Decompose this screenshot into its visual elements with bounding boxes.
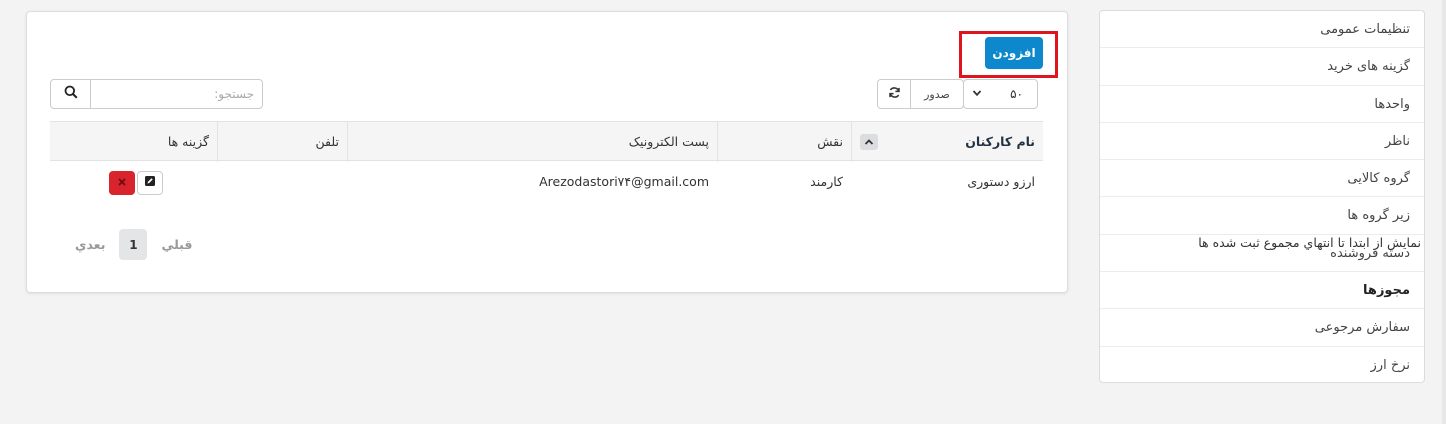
- column-header-phone[interactable]: تلفن: [217, 122, 347, 162]
- close-icon: [117, 162, 127, 204]
- search-box: [50, 79, 263, 109]
- sidebar-item-purchase-options[interactable]: گزینه های خرید: [1100, 48, 1424, 86]
- delete-button[interactable]: [109, 171, 135, 195]
- sidebar-item-supervisor[interactable]: ناظر: [1100, 123, 1424, 161]
- row-actions: [58, 161, 209, 195]
- column-header-name-label: نام کارکنان: [965, 134, 1035, 149]
- next-page-button[interactable]: بعدي: [75, 237, 105, 252]
- page-size-select[interactable]: ۵۰: [963, 79, 1038, 109]
- sidebar-item-permissions[interactable]: مجوزها: [1100, 272, 1424, 310]
- edit-button[interactable]: [137, 171, 163, 195]
- refresh-button[interactable]: [878, 80, 911, 108]
- export-button-group: صدور: [877, 79, 964, 109]
- sidebar-item-product-group[interactable]: گروه کالایی: [1100, 160, 1424, 198]
- cell-phone: [217, 161, 347, 203]
- staff-table: نام کارکنان نقش پست الکترونیک تلفن گزینه…: [50, 121, 1043, 203]
- sort-up-icon[interactable]: [860, 134, 878, 150]
- cell-options: [50, 161, 217, 203]
- refresh-icon: [888, 86, 901, 103]
- table-info: نمايش از ابتدا تا انتهاي مجموع ثبت شده ه…: [1198, 235, 1421, 250]
- column-header-options: گزینه ها: [167, 134, 209, 149]
- table-header: نام کارکنان نقش پست الکترونیک تلفن گزینه…: [50, 121, 1043, 162]
- column-header-role[interactable]: نقش: [717, 122, 851, 162]
- sidebar-item-exchange-rate[interactable]: نرخ ارز: [1100, 347, 1424, 384]
- search-input[interactable]: [91, 80, 262, 108]
- export-button[interactable]: صدور: [911, 80, 963, 108]
- cell-role: کارمند: [810, 174, 843, 189]
- table-row: ارزو دستوری کارمند Arezodastori۷۴@gmail.…: [50, 161, 1043, 203]
- cell-email: Arezodastori۷۴@gmail.com: [539, 174, 709, 189]
- chevron-down-icon: [972, 87, 982, 102]
- edit-icon: [144, 162, 156, 204]
- scrollbar[interactable]: [1442, 0, 1446, 424]
- sidebar-item-units[interactable]: واحدها: [1100, 86, 1424, 123]
- settings-sidebar: تنظیمات عمومی گزینه های خرید واحدها ناظر…: [1099, 10, 1425, 383]
- cell-name: ارزو دستوری: [967, 174, 1035, 189]
- sidebar-item-subgroups[interactable]: زیر گروه ها: [1100, 197, 1424, 235]
- prev-page-button[interactable]: قبلي: [161, 237, 192, 252]
- column-header-name[interactable]: نام کارکنان: [851, 122, 1043, 162]
- pagination: قبلي 1 بعدي: [75, 229, 192, 260]
- search-icon: [64, 85, 78, 103]
- sidebar-item-general-settings[interactable]: تنظیمات عمومی: [1100, 11, 1424, 49]
- page-size-value: ۵۰: [1010, 87, 1023, 101]
- sidebar-item-return-order[interactable]: سفارش مرجوعی: [1100, 309, 1424, 347]
- column-header-email[interactable]: پست الکترونیک: [347, 122, 717, 162]
- search-button[interactable]: [51, 80, 91, 108]
- page-number-button[interactable]: 1: [119, 229, 148, 260]
- add-button[interactable]: افزودن: [985, 37, 1043, 69]
